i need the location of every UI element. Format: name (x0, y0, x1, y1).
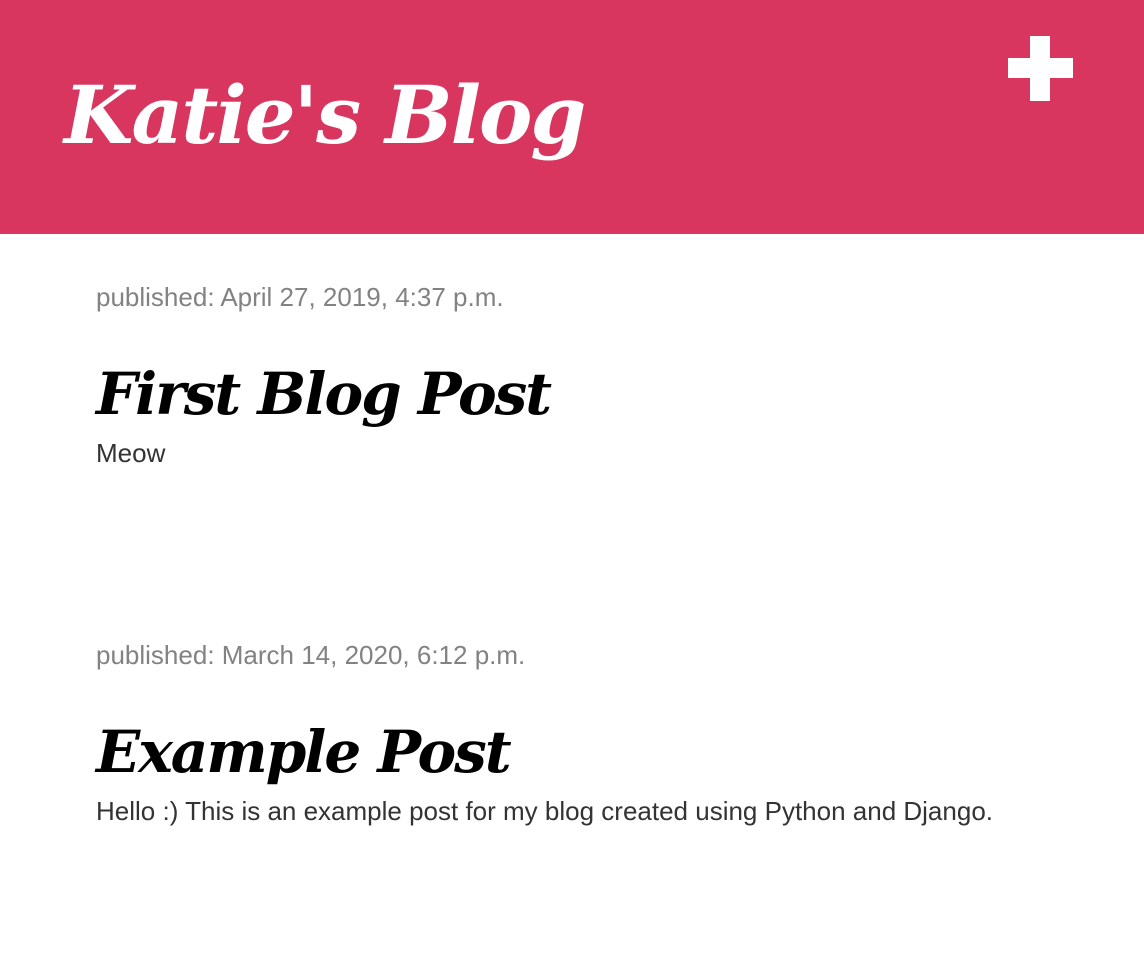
post-body: Hello :) This is an example post for my … (96, 796, 993, 826)
post-date: published: April 27, 2019, 4:37 p.m. (96, 282, 504, 312)
site-header: Katie's Blog (0, 0, 1144, 234)
plus-icon (1008, 36, 1073, 101)
post-item: published: April 27, 2019, 4:37 p.m. Fir… (96, 278, 1096, 472)
post-title-link[interactable]: Example Post (96, 718, 512, 786)
post-title-link[interactable]: First Blog Post (96, 360, 552, 428)
post-title: Example Post (96, 712, 1096, 792)
post-item: published: March 14, 2020, 6:12 p.m. Exa… (96, 636, 1096, 830)
post-title: First Blog Post (96, 354, 1096, 434)
add-post-button[interactable] (1000, 30, 1080, 110)
site-title-link[interactable]: Katie's Blog (64, 60, 586, 170)
post-date: published: March 14, 2020, 6:12 p.m. (96, 640, 526, 670)
post-body: Meow (96, 438, 166, 468)
